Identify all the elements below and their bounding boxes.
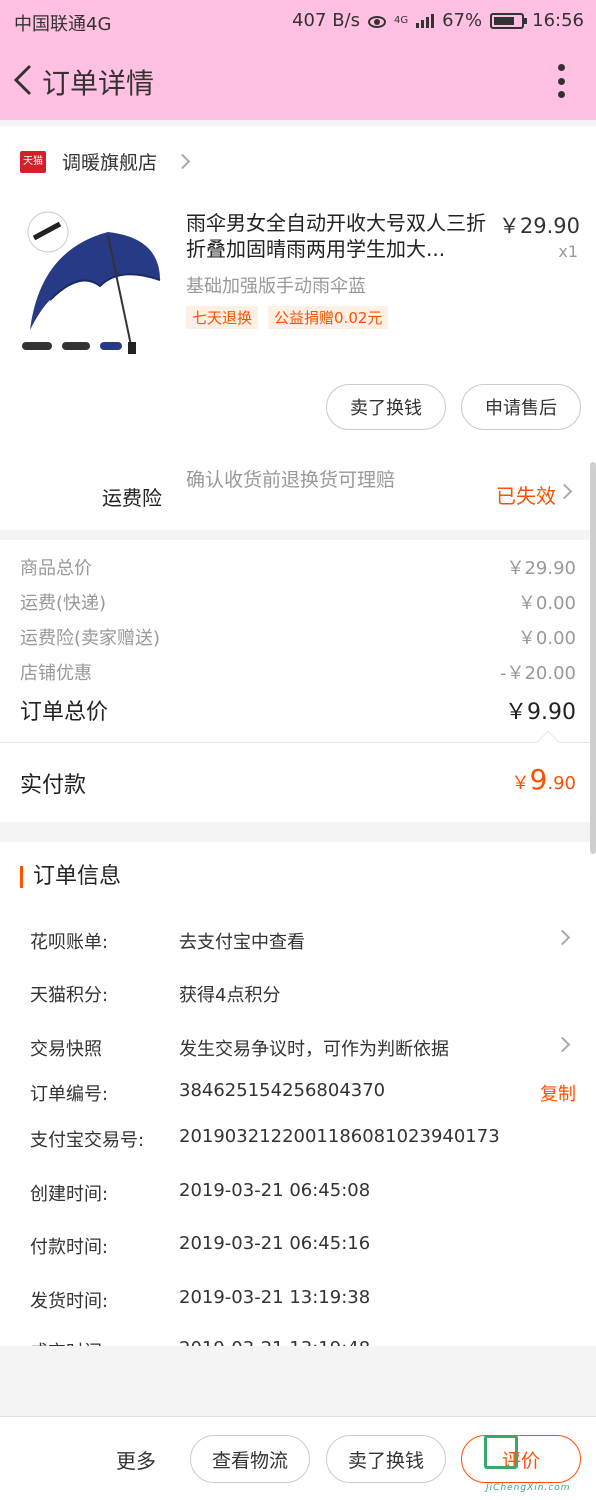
paid-currency: ￥	[511, 773, 530, 794]
info-value: 2019-03-21 06:45:08	[179, 1180, 371, 1201]
return-tag: 七天退换	[186, 306, 259, 329]
shop-name: 调暖旗舰店	[62, 152, 158, 174]
product-quantity: x1	[558, 242, 578, 261]
battery-percent: 67%	[442, 10, 483, 31]
info-value: 2019-03-21 13:19:38	[179, 1287, 371, 1308]
status-bar: 中国联通4G 407 B/s 4G 67% 16:56	[0, 0, 596, 40]
info-key: 交易快照	[30, 1039, 102, 1060]
info-value: 去支付宝中查看	[179, 932, 305, 953]
summary-label: 店铺优惠	[20, 663, 92, 684]
paid-amount: ￥9.90	[512, 763, 576, 796]
chevron-right-icon	[554, 929, 571, 946]
shop-link[interactable]: 天猫 调暖旗舰店	[20, 148, 191, 175]
watermark-text: JiChengXin.com	[486, 1483, 571, 1493]
watermark-logo: JiChengXin.com	[478, 1431, 596, 1495]
battery-icon	[490, 12, 528, 29]
back-icon[interactable]	[10, 62, 38, 98]
summary-value: ￥0.00	[517, 593, 576, 614]
order-total-label: 订单总价	[20, 700, 109, 725]
order-number: 384625154256804370	[179, 1080, 386, 1101]
sell-for-cash-button[interactable]: 卖了换钱	[326, 1435, 446, 1483]
summary-label: 运费(快递)	[20, 593, 107, 614]
bottom-action-bar: 更多 查看物流 卖了换钱 评价 JiChengXin.com	[0, 1416, 596, 1500]
insurance-status: 已失效	[496, 484, 556, 508]
actual-payment-row: 实付款 ￥9.90	[0, 730, 596, 822]
order-info: 订单信息 花呗账单: 去支付宝中查看 天猫积分: 获得4点积分 交易快照 发生交…	[0, 842, 596, 1346]
chevron-right-icon	[554, 1036, 571, 1053]
info-key: 付款时间:	[30, 1237, 109, 1258]
charity-tag: 公益捐赠0.02元	[268, 306, 389, 329]
summary-label: 商品总价	[20, 558, 92, 579]
summary-row: 运费(快递) ￥0.00	[20, 589, 576, 615]
product-price: ￥29.90	[498, 214, 580, 238]
sell-button[interactable]: 卖了换钱	[326, 384, 446, 430]
more-menu-icon[interactable]	[556, 64, 566, 98]
paid-decimal: .90	[547, 773, 576, 794]
product-variant: 基础加强版手动雨伞蓝	[186, 276, 366, 297]
info-value: 2019032122001186081023940173	[179, 1126, 500, 1147]
more-button[interactable]: 更多	[116, 1445, 156, 1474]
view-logistics-button[interactable]: 查看物流	[190, 1435, 310, 1483]
shipping-insurance-row[interactable]: 运费险 确认收货前退换货可理赔 已失效	[0, 454, 596, 530]
info-value: 获得4点积分	[179, 985, 281, 1006]
summary-value: -￥20.00	[499, 663, 576, 684]
header: 订单详情	[0, 40, 596, 120]
product-image[interactable]	[20, 210, 168, 358]
product-title[interactable]: 雨伞男女全自动开收大号双人三折折叠加固晴雨两用学生加大...	[186, 210, 496, 262]
eye-icon	[367, 15, 386, 28]
network-type: 4G	[393, 14, 409, 26]
info-value: 发生交易争议时，可作为判断依据	[179, 1039, 449, 1060]
tmall-logo-icon: 天猫	[20, 150, 46, 173]
after-sale-button[interactable]: 申请售后	[461, 384, 581, 430]
insurance-label: 运费险	[102, 486, 162, 510]
paid-integer: 9	[529, 763, 548, 796]
chevron-right-icon	[174, 153, 191, 170]
info-key: 订单编号:	[30, 1084, 109, 1105]
chevron-right-icon	[556, 483, 573, 500]
carrier: 中国联通4G	[14, 14, 112, 35]
price-summary: 商品总价 ￥29.90 运费(快递) ￥0.00 运费险(卖家赠送) ￥0.00…	[0, 540, 596, 742]
info-value: 2019-03-21 13:19:48	[179, 1338, 370, 1346]
info-key: 创建时间:	[30, 1184, 109, 1205]
info-key: 发货时间:	[30, 1291, 109, 1312]
summary-row: 商品总价 ￥29.90	[20, 554, 576, 580]
info-key: 花呗账单:	[30, 932, 109, 953]
scrollbar[interactable]	[590, 462, 596, 854]
insurance-desc: 确认收货前退换货可理赔	[186, 469, 396, 491]
summary-label: 运费险(卖家赠送)	[20, 628, 161, 649]
page-title: 订单详情	[42, 67, 155, 100]
network-speed: 407 B/s	[292, 10, 360, 31]
info-key: 成交时间:	[30, 1338, 108, 1346]
order-info-title: 订单信息	[20, 866, 121, 888]
paid-label: 实付款	[20, 773, 87, 798]
order-total-value: ￥9.90	[505, 700, 576, 725]
clock: 16:56	[532, 10, 584, 31]
product-card: 天猫 调暖旗舰店 雨伞男女全自动开收大号双人三折折叠加固晴雨两用学生加大... …	[0, 126, 596, 454]
summary-value: ￥0.00	[517, 628, 576, 649]
info-key: 支付宝交易号:	[30, 1130, 145, 1151]
summary-row: 运费险(卖家赠送) ￥0.00	[20, 624, 576, 650]
copy-button[interactable]: 复制	[540, 1080, 576, 1106]
watermark-icon	[484, 1435, 518, 1469]
signal-icon	[416, 13, 435, 28]
order-total-row: 订单总价 ￥9.90	[20, 694, 576, 726]
info-value: 2019-03-21 06:45:16	[179, 1233, 371, 1254]
summary-row: 店铺优惠 -￥20.00	[20, 659, 576, 685]
info-key: 天猫积分:	[30, 985, 109, 1006]
summary-value: ￥29.90	[506, 558, 576, 579]
